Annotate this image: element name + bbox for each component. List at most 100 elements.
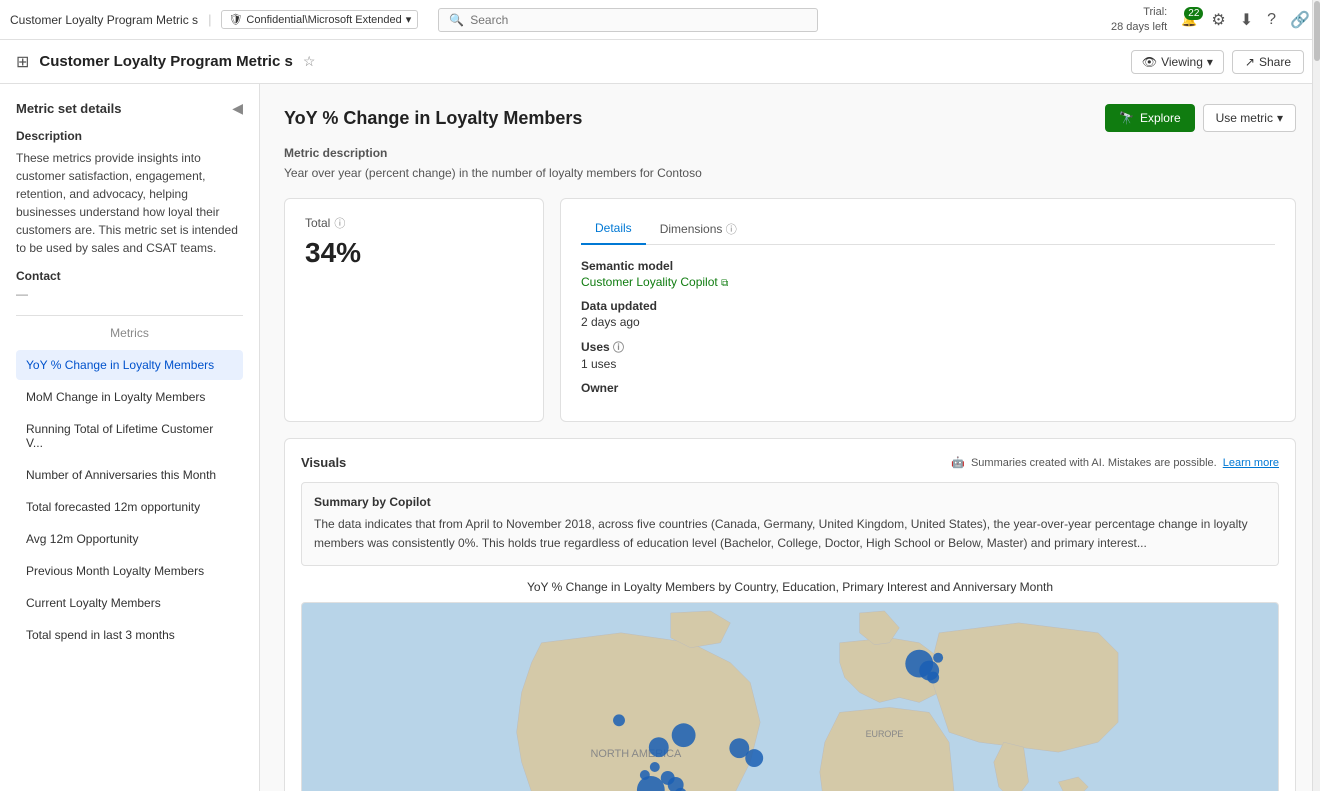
use-metric-label: Use metric <box>1216 111 1273 125</box>
chevron-down-icon: ▾ <box>1207 55 1213 69</box>
help-icon[interactable]: ? <box>1267 11 1276 29</box>
owner-row: Owner <box>581 381 1275 395</box>
metric-item[interactable]: Previous Month Loyalty Members <box>16 556 243 586</box>
total-label-text: Total <box>305 216 330 230</box>
content-area: YoY % Change in Loyalty Members 🔭 Explor… <box>260 84 1320 791</box>
data-updated-row: Data updated 2 days ago <box>581 299 1275 329</box>
metric-item-label: Total spend in last 3 months <box>26 628 175 642</box>
metric-item-label: Avg 12m Opportunity <box>26 532 139 546</box>
semantic-model-label: Semantic model <box>581 259 1275 273</box>
metric-item-label: Total forecasted 12m opportunity <box>26 500 200 514</box>
metric-description-text: Year over year (percent change) in the n… <box>284 166 1296 180</box>
metrics-section-label: Metrics <box>16 326 243 340</box>
viewing-button[interactable]: 👁 Viewing ▾ <box>1131 50 1224 74</box>
titlebar: ⊞ Customer Loyalty Program Metric s ☆ 👁 … <box>0 40 1320 84</box>
metric-header: YoY % Change in Loyalty Members 🔭 Explor… <box>284 104 1296 132</box>
share-button[interactable]: ↗ Share <box>1232 50 1304 74</box>
topbar-right: Trial: 28 days left 🔔 22 ⚙ ⬇ ? 🔗 <box>1111 5 1310 34</box>
explore-icon: 🔭 <box>1119 111 1134 125</box>
map-dot <box>927 672 939 684</box>
search-icon: 🔍 <box>449 13 464 27</box>
sidebar-header: Metric set details ◀ <box>16 100 243 117</box>
notification-count: 22 <box>1184 7 1203 20</box>
semantic-model-link[interactable]: Customer Loyality Copilot <box>581 275 718 289</box>
topbar-sep: | <box>208 12 211 27</box>
favorite-star-icon[interactable]: ☆ <box>303 53 316 70</box>
tabs-row: Details Dimensions ⓘ <box>581 215 1275 245</box>
notification-button[interactable]: 🔔 22 <box>1181 12 1197 28</box>
chevron-down-icon: ▾ <box>1277 111 1283 125</box>
total-label: Total ⓘ <box>305 215 523 231</box>
metric-item[interactable]: Number of Anniversaries this Month <box>16 460 243 490</box>
uses-value: 1 uses <box>581 357 1275 371</box>
sidebar-header-title: Metric set details <box>16 101 122 116</box>
total-card: Total ⓘ 34% <box>284 198 544 422</box>
map-dot <box>933 653 943 663</box>
metric-description-label: Metric description <box>284 146 1296 160</box>
collapse-icon[interactable]: ◀ <box>232 100 243 117</box>
scrollbar[interactable] <box>1312 0 1320 791</box>
trial-line1: Trial: <box>1111 5 1167 19</box>
learn-more-link[interactable]: Learn more <box>1223 457 1279 469</box>
settings-icon[interactable]: ⚙ <box>1211 10 1225 30</box>
share-network-icon[interactable]: 🔗 <box>1290 10 1310 30</box>
info-icon[interactable]: ⓘ <box>334 215 345 231</box>
uses-info-icon[interactable]: ⓘ <box>613 342 624 354</box>
search-input[interactable] <box>470 13 807 27</box>
explore-label: Explore <box>1140 111 1181 125</box>
visuals-panel: Visuals 🤖 Summaries created with AI. Mis… <box>284 438 1296 791</box>
trial-info: Trial: 28 days left <box>1111 5 1167 34</box>
use-metric-button[interactable]: Use metric ▾ <box>1203 104 1296 132</box>
trial-line2: 28 days left <box>1111 20 1167 34</box>
download-icon[interactable]: ⬇ <box>1240 10 1253 30</box>
ai-notice: 🤖 Summaries created with AI. Mistakes ar… <box>951 456 1279 469</box>
metric-item[interactable]: Total forecasted 12m opportunity <box>16 492 243 522</box>
visuals-title: Visuals <box>301 455 346 470</box>
summary-title: Summary by Copilot <box>314 495 1266 509</box>
data-updated-label: Data updated <box>581 299 1275 313</box>
metric-item[interactable]: Avg 12m Opportunity <box>16 524 243 554</box>
divider <box>16 315 243 316</box>
metric-item[interactable]: MoM Change in Loyalty Members <box>16 382 243 412</box>
uses-label-text: Uses <box>581 340 610 354</box>
badge-label: Confidential\Microsoft Extended <box>246 14 401 26</box>
metric-item-label: Current Loyalty Members <box>26 596 161 610</box>
metric-item[interactable]: Total spend in last 3 months <box>16 620 243 650</box>
map-title: YoY % Change in Loyalty Members by Count… <box>301 580 1279 594</box>
page-title: Customer Loyalty Program Metric s <box>39 53 292 70</box>
scrollbar-thumb[interactable] <box>1314 1 1320 61</box>
description-text: These metrics provide insights into cust… <box>16 149 243 257</box>
data-updated-value: 2 days ago <box>581 315 1275 329</box>
explore-button[interactable]: 🔭 Explore <box>1105 104 1195 132</box>
tab-dimensions[interactable]: Dimensions ⓘ <box>646 215 751 245</box>
main-layout: Metric set details ◀ Description These m… <box>0 84 1320 791</box>
metric-item-label: Previous Month Loyalty Members <box>26 564 204 578</box>
metric-item[interactable]: YoY % Change in Loyalty Members <box>16 350 243 380</box>
visuals-header: Visuals 🤖 Summaries created with AI. Mis… <box>301 455 1279 470</box>
shield-icon: 🛡 <box>228 13 242 26</box>
titlebar-right: 👁 Viewing ▾ ↗ Share <box>1131 50 1304 74</box>
eye-icon: 👁 <box>1142 55 1157 69</box>
metric-item[interactable]: Current Loyalty Members <box>16 588 243 618</box>
description-label: Description <box>16 129 243 143</box>
topbar: Customer Loyalty Program Metric s | 🛡 Co… <box>0 0 1320 40</box>
tab-details[interactable]: Details <box>581 215 646 245</box>
svg-text:EUROPE: EUROPE <box>866 730 904 740</box>
cards-row: Total ⓘ 34% Details Dimensions ⓘ Semanti… <box>284 198 1296 422</box>
search-box[interactable]: 🔍 <box>438 8 818 32</box>
metric-item[interactable]: Running Total of Lifetime Customer V... <box>16 414 243 458</box>
dimensions-info-icon[interactable]: ⓘ <box>726 224 737 236</box>
viewing-label: Viewing <box>1161 55 1203 69</box>
map-dot <box>613 715 625 727</box>
share-icon: ↗ <box>1245 55 1255 69</box>
metric-item-label: Running Total of Lifetime Customer V... <box>26 422 213 450</box>
metric-item-label: Number of Anniversaries this Month <box>26 468 216 482</box>
map-dot <box>650 762 660 772</box>
map-dot <box>649 738 669 758</box>
tab-dimensions-label: Dimensions <box>660 222 723 236</box>
uses-label: Uses ⓘ <box>581 339 1275 355</box>
sensitivity-badge[interactable]: 🛡 Confidential\Microsoft Extended ▾ <box>221 10 418 29</box>
total-value: 34% <box>305 237 523 269</box>
metric-title: YoY % Change in Loyalty Members <box>284 108 582 129</box>
contact-label: Contact <box>16 269 243 283</box>
